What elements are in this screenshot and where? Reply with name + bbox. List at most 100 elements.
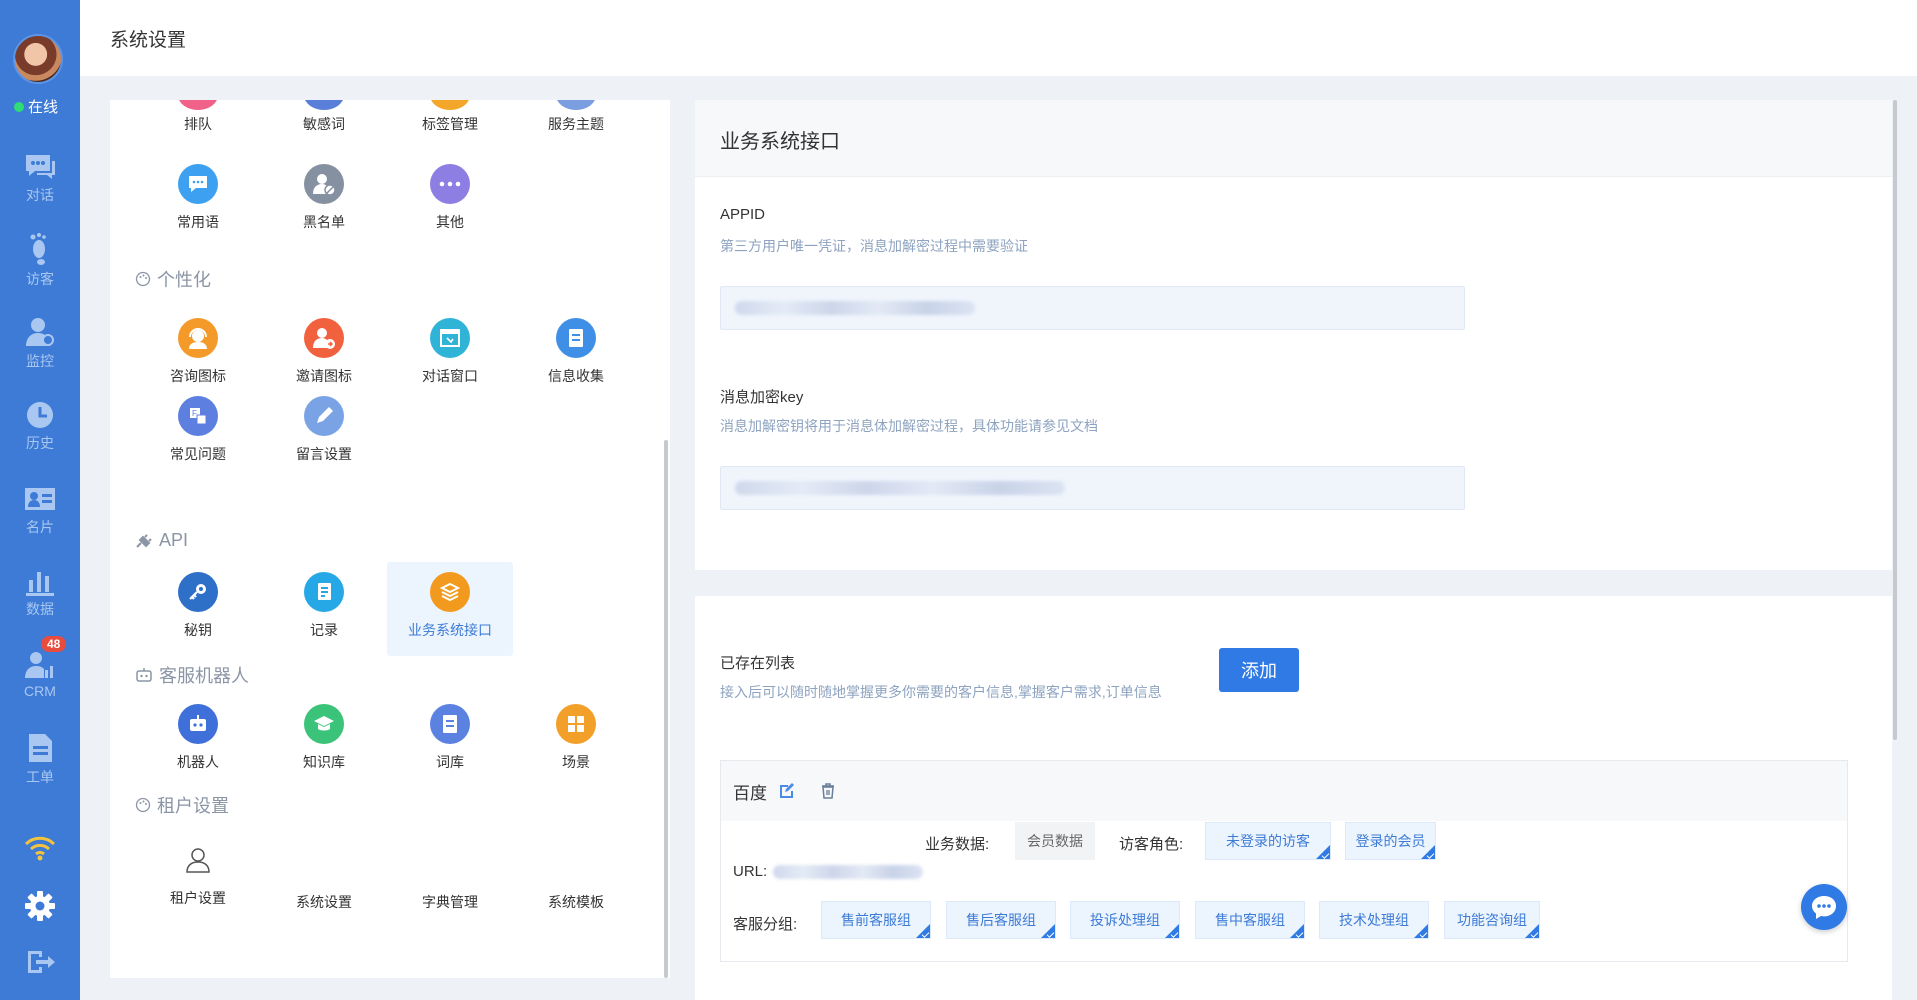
robot-icon bbox=[178, 704, 218, 744]
nav-item-chat[interactable]: 对话 bbox=[0, 152, 80, 205]
checkmark-corner-icon bbox=[1165, 924, 1179, 938]
menu-item-system-settings[interactable]: 系统设置 bbox=[261, 892, 387, 922]
menu-item-faq[interactable]: F 常见问题 bbox=[135, 386, 261, 480]
wifi-icon[interactable] bbox=[24, 834, 56, 862]
nav-item-data[interactable]: 数据 bbox=[0, 566, 80, 619]
appid-description: 第三方用户唯一凭证，消息加解密过程中需要验证 bbox=[720, 238, 1028, 254]
group-tag-insales[interactable]: 售中客服组 bbox=[1195, 901, 1305, 939]
menu-item-label: 常用语 bbox=[177, 214, 219, 230]
online-status[interactable]: 在线 bbox=[14, 96, 58, 117]
menu-item-secret-key[interactable]: 秘钥 bbox=[135, 562, 261, 656]
menu-item-system-template[interactable]: 系统模板 bbox=[513, 892, 639, 922]
headset-icon bbox=[178, 318, 218, 358]
nav-item-visitor[interactable]: 访客 bbox=[0, 232, 80, 289]
nav-label: 对话 bbox=[26, 187, 54, 203]
appid-label: APPID bbox=[720, 206, 766, 223]
menu-item-tags[interactable]: 标签管理 bbox=[387, 100, 513, 136]
menu-item-business-api[interactable]: 业务系统接口 bbox=[387, 562, 513, 656]
edit-icon[interactable] bbox=[777, 782, 795, 800]
menu-item-common-phrases[interactable]: 常用语 bbox=[135, 154, 261, 248]
chat-float-button[interactable] bbox=[1801, 884, 1847, 930]
crm-icon bbox=[25, 652, 53, 678]
visitor-role-label: 访客角色: bbox=[1119, 836, 1184, 853]
checkmark-corner-icon bbox=[1525, 924, 1539, 938]
tag-text: 售中客服组 bbox=[1215, 912, 1285, 928]
logout-icon[interactable] bbox=[24, 948, 56, 976]
tag-text: 售后客服组 bbox=[966, 912, 1036, 928]
role-tag-member[interactable]: 登录的会员 bbox=[1345, 822, 1436, 860]
role-tag-anonymous[interactable]: 未登录的访客 bbox=[1205, 822, 1331, 860]
window-icon bbox=[430, 318, 470, 358]
sensitive-word-icon bbox=[304, 100, 344, 110]
menu-item-blacklist[interactable]: 黑名单 bbox=[261, 154, 387, 248]
menu-item-service-topic[interactable]: 服务主题 bbox=[513, 100, 639, 136]
group-tag-presales[interactable]: 售前客服组 bbox=[821, 901, 931, 939]
menu-item-info-collect[interactable]: 信息收集 bbox=[513, 308, 639, 402]
section-title-text: API bbox=[159, 530, 189, 550]
faq-icon: F bbox=[178, 396, 218, 436]
list-title: 已存在列表 bbox=[720, 655, 796, 672]
nav-item-history[interactable]: 历史 bbox=[0, 400, 80, 453]
content-scrollbar[interactable] bbox=[1893, 100, 1897, 740]
checkmark-corner-icon bbox=[916, 924, 930, 938]
add-button[interactable]: 添加 bbox=[1219, 648, 1299, 692]
group-tag-complaints[interactable]: 投诉处理组 bbox=[1070, 901, 1180, 939]
menu-item-scene[interactable]: 场景 bbox=[513, 694, 639, 788]
tag-text: 功能咨询组 bbox=[1457, 912, 1527, 928]
menu-item-tenant-settings[interactable]: 租户设置 bbox=[135, 830, 261, 940]
menu-item-lexicon[interactable]: 词库 bbox=[387, 694, 513, 788]
section-title-text: 客服机器人 bbox=[159, 666, 249, 686]
menu-item-label: 秘钥 bbox=[184, 622, 212, 638]
menu-item-robot[interactable]: 机器人 bbox=[135, 694, 261, 788]
menu-item-sensitive-words[interactable]: 敏感词 bbox=[261, 100, 387, 136]
gear-icon[interactable] bbox=[24, 890, 56, 922]
palette-icon bbox=[135, 797, 151, 813]
menu-item-records[interactable]: 记录 bbox=[261, 562, 387, 656]
nav-label: 数据 bbox=[26, 601, 54, 617]
checkmark-corner-icon bbox=[1290, 924, 1304, 938]
grid-icon bbox=[556, 704, 596, 744]
settings-menu-panel: 排队 敏感词 标签管理 服务主题 常用语 黑名单 其他 个性化 咨询图标 邀请图… bbox=[110, 100, 670, 978]
nav-label: 监控 bbox=[26, 353, 54, 369]
chat-bubble-icon bbox=[1812, 896, 1836, 919]
menu-item-label: 服务主题 bbox=[548, 116, 604, 132]
tag-text: 未登录的访客 bbox=[1226, 833, 1310, 849]
key-icon bbox=[178, 572, 218, 612]
menu-item-dictionary[interactable]: 字典管理 bbox=[387, 892, 513, 922]
checkmark-corner-icon bbox=[1421, 845, 1435, 859]
key-input[interactable] bbox=[720, 466, 1465, 510]
section-title-robot: 客服机器人 bbox=[135, 662, 249, 688]
group-tag-technical[interactable]: 技术处理组 bbox=[1319, 901, 1429, 939]
checkmark-corner-icon bbox=[1414, 924, 1428, 938]
masked-value bbox=[735, 301, 975, 315]
checkmark-corner-icon bbox=[1041, 924, 1055, 938]
record-icon bbox=[304, 572, 344, 612]
tag-text: 投诉处理组 bbox=[1090, 912, 1160, 928]
menu-item-label: 机器人 bbox=[177, 754, 219, 770]
invite-user-icon bbox=[304, 318, 344, 358]
menu-item-message-settings[interactable]: 留言设置 bbox=[261, 386, 387, 480]
avatar[interactable] bbox=[13, 34, 63, 84]
menu-item-label: 租户设置 bbox=[170, 890, 226, 906]
section-title-personalization: 个性化 bbox=[135, 266, 211, 292]
menu-item-knowledge-base[interactable]: 知识库 bbox=[261, 694, 387, 788]
group-tag-consult[interactable]: 功能咨询组 bbox=[1444, 901, 1540, 939]
menu-item-queue[interactable]: 排队 bbox=[135, 100, 261, 136]
menu-scrollbar[interactable] bbox=[664, 440, 668, 978]
delete-icon[interactable] bbox=[819, 782, 837, 800]
status-dot bbox=[14, 101, 24, 112]
menu-item-other[interactable]: 其他 bbox=[387, 154, 513, 248]
appid-input[interactable] bbox=[720, 286, 1465, 330]
nav-item-monitor[interactable]: 监控 bbox=[0, 316, 80, 371]
nav-item-ticket[interactable]: 工单 bbox=[0, 732, 80, 787]
group-tag-aftersales[interactable]: 售后客服组 bbox=[946, 901, 1056, 939]
monitor-icon bbox=[26, 318, 54, 346]
nav-label: 访客 bbox=[26, 271, 54, 287]
speech-bubble-icon bbox=[178, 164, 218, 204]
service-group-label: 客服分组: bbox=[733, 916, 798, 933]
nav-item-crm[interactable]: CRM bbox=[0, 650, 80, 699]
menu-item-label: 信息收集 bbox=[548, 368, 604, 384]
nav-item-card[interactable]: 名片 bbox=[0, 484, 80, 537]
menu-item-chat-window[interactable]: 对话窗口 bbox=[387, 308, 513, 402]
masked-url bbox=[773, 864, 924, 879]
